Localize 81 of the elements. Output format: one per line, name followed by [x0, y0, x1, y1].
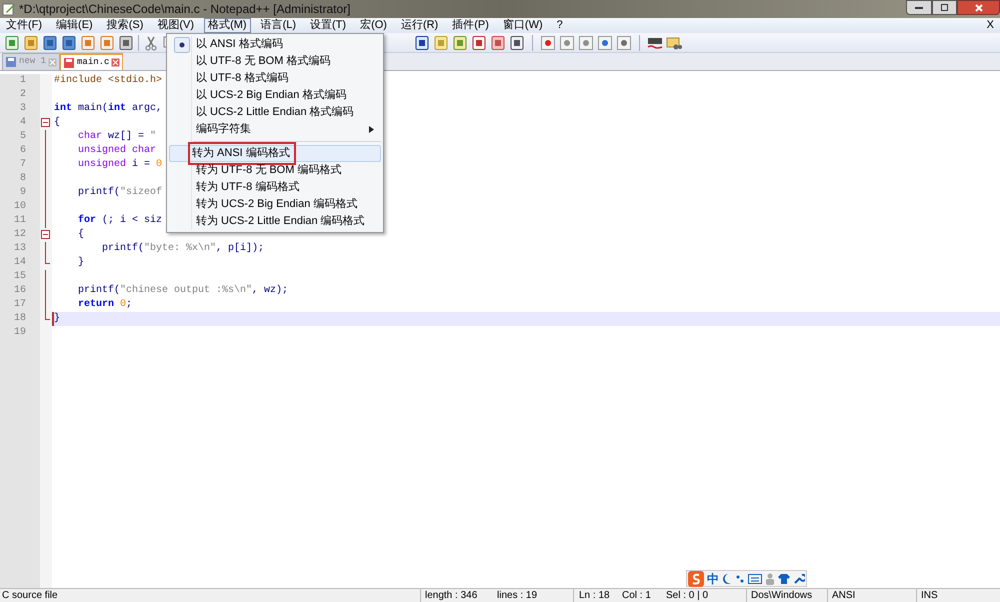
encoding: ANSI: [831, 589, 856, 602]
code-line: printf("sizeof: [77, 186, 162, 200]
tab-label: main.c: [77, 56, 110, 69]
window-title: *D:\qtproject\ChineseCode\main.c - Notepad++ [Administrator]: [19, 1, 350, 18]
file-tab[interactable]: main.c: [60, 53, 124, 70]
line-number: 15: [12, 270, 27, 284]
line-number: 17: [12, 298, 27, 312]
code-line: #include <stdio.h>: [54, 74, 162, 88]
file-type: C source file: [1, 589, 59, 602]
menu-item-label: 转为 UTF-8 编码格式: [195, 180, 300, 196]
menu-item-label: 转为 UCS-2 Big Endian 编码格式: [195, 197, 358, 212]
menu-item[interactable]: 搜索(S): [102, 18, 148, 33]
menu-item-label: 转为 ANSI 编码格式: [190, 144, 294, 163]
code-line: printf("chinese output :%s\n", wz);: [77, 284, 288, 298]
code-line: unsigned char: [77, 144, 156, 158]
menu-item-label: 以 UTF-8 无 BOM 格式编码: [195, 54, 330, 70]
line-number: 4: [18, 116, 27, 130]
eol-format: Dos\Windows: [750, 589, 814, 602]
lines-count: lines : 19: [497, 589, 538, 602]
menu-item-label: 转为 UCS-2 Little Endian 编码格式: [195, 214, 365, 230]
menu-item[interactable]: 文件(F): [2, 18, 46, 33]
menu-item[interactable]: 宏(O): [356, 18, 391, 33]
line-number: 8: [18, 172, 27, 186]
line-number: 1: [18, 74, 27, 88]
line-number: 5: [18, 130, 27, 144]
tab-label: new 1: [19, 55, 46, 68]
selection-count: Sel : 0 | 0: [666, 589, 710, 602]
menu-item[interactable]: 转为 UTF-8 无 BOM 编码格式: [169, 162, 381, 179]
menu-item[interactable]: 运行(R): [396, 18, 442, 33]
menu-item-label: 转为 UTF-8 无 BOM 编码格式: [195, 163, 342, 178]
line-number: 16: [12, 284, 27, 298]
menu-item-label: 以 UCS-2 Little Endian 格式编码: [195, 105, 354, 120]
code-line: }: [77, 256, 84, 270]
menu-item[interactable]: 以 UTF-8 无 BOM 格式编码: [169, 53, 381, 70]
menu-item[interactable]: 转为 UCS-2 Big Endian 编码格式: [169, 196, 381, 213]
menu-item[interactable]: 以 ANSI 格式编码: [169, 36, 381, 53]
code-line: int main(int argc,: [54, 102, 162, 116]
menu-item[interactable]: 以 UTF-8 格式编码: [169, 70, 381, 87]
line-number: 11: [12, 214, 27, 228]
length-count: length : 346: [424, 589, 478, 602]
menu-item[interactable]: 格式(M): [204, 18, 251, 33]
line-number: 13: [12, 242, 27, 256]
line-number: 12: [12, 228, 27, 242]
line-number: 19: [12, 326, 27, 340]
menu-item-label: 以 UTF-8 格式编码: [195, 71, 288, 86]
line-number: 7: [18, 158, 27, 172]
menu-item[interactable]: ?: [552, 18, 567, 33]
menu-item[interactable]: 转为 UCS-2 Little Endian 编码格式: [169, 213, 381, 230]
menu-item[interactable]: 语言(L): [256, 18, 300, 33]
menu-item[interactable]: 以 UCS-2 Little Endian 格式编码: [169, 104, 381, 121]
line-number: 2: [18, 88, 27, 102]
column-position: Col : 1: [622, 589, 652, 602]
code-line: {: [54, 116, 60, 130]
menu-item[interactable]: 插件(P): [448, 18, 493, 33]
line-number: 6: [18, 144, 27, 158]
code-line: for (; i < siz: [77, 214, 162, 228]
menu-item[interactable]: 设置(T): [306, 18, 350, 33]
code-line: unsigned i = 0: [77, 158, 162, 172]
menu-item[interactable]: 转为 ANSI 编码格式: [169, 145, 381, 162]
menu-item[interactable]: 编码字符集: [169, 121, 381, 138]
menu-item-label: 编码字符集: [195, 122, 251, 138]
menu-item-label: 以 ANSI 格式编码: [195, 37, 283, 52]
code-line: printf("byte: %x\n", p[i]);: [101, 242, 264, 256]
line-number: 9: [18, 186, 27, 200]
menu-item[interactable]: 转为 UTF-8 编码格式: [169, 179, 381, 196]
close-document-button[interactable]: X: [986, 17, 994, 34]
code-line: return 0;: [77, 298, 132, 312]
line-number: 14: [12, 256, 27, 270]
line-number: 18: [12, 312, 27, 326]
line-number: 3: [18, 102, 27, 116]
menu-item[interactable]: 窗口(W): [498, 18, 547, 33]
code-line: {: [77, 228, 84, 242]
menu-item[interactable]: 视图(V): [153, 18, 198, 33]
line-position: Ln : 18: [578, 589, 611, 602]
menu-item[interactable]: 编辑(E): [52, 18, 97, 33]
line-number: 10: [12, 200, 27, 214]
menu-item[interactable]: 以 UCS-2 Big Endian 格式编码: [169, 87, 381, 104]
menu-item-label: 以 UCS-2 Big Endian 格式编码: [195, 88, 346, 104]
code-line: char wz[] = ": [77, 130, 156, 144]
insert-mode: INS: [920, 589, 938, 602]
input-mode[interactable]: 中: [707, 570, 719, 588]
